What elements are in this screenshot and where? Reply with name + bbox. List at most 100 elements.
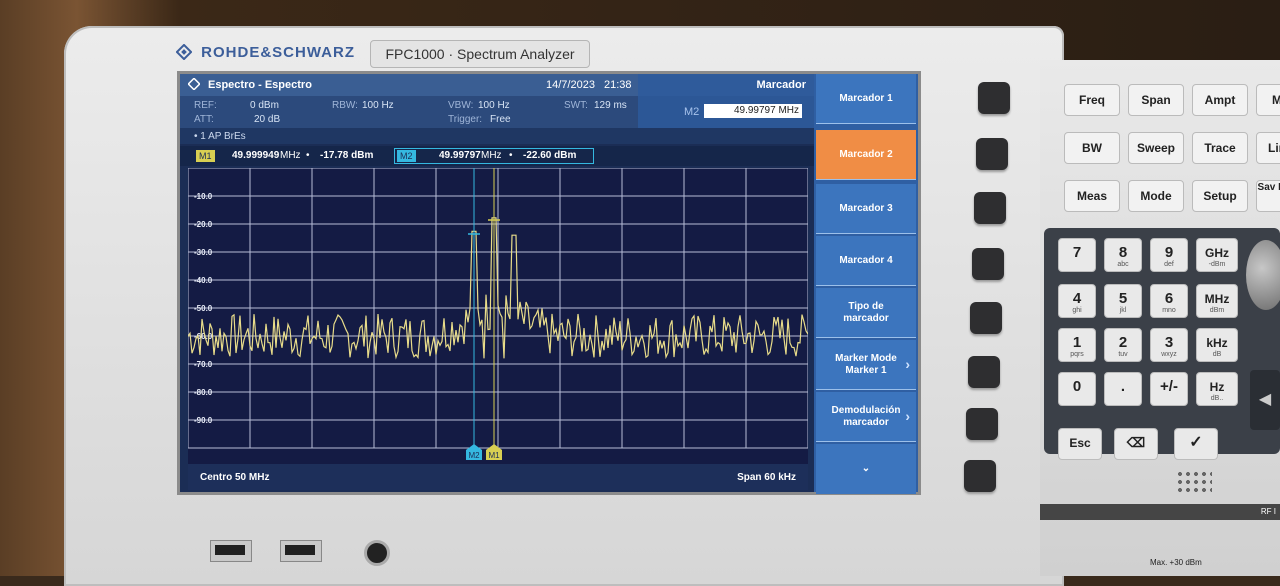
max-power-warning: Max. +30 dBm	[1150, 558, 1202, 567]
vbw-label: VBW:	[448, 100, 474, 111]
digit-sublabel: tuv	[1118, 351, 1128, 358]
digit-key[interactable]: 3 wxyz	[1150, 328, 1188, 362]
m1-flag[interactable]: M1	[486, 444, 502, 460]
digit-key[interactable]: 2 tuv	[1104, 328, 1142, 362]
softkey-marcador-1[interactable]: Marcador 1	[816, 74, 916, 124]
softkey-marcador-3[interactable]: Marcador 3	[816, 184, 916, 234]
chevron-down-icon: ⌄	[861, 463, 871, 474]
center-frequency[interactable]: Centro 50 MHz	[200, 472, 269, 483]
freq-key[interactable]: Freq	[1064, 84, 1120, 116]
unit-label: MHz	[1204, 292, 1230, 306]
trigger-value[interactable]: Free	[490, 114, 511, 125]
m1-freq: 49.999949	[232, 150, 280, 161]
chevron-right-icon: ›	[905, 356, 910, 372]
softkey-marcador-4[interactable]: Marcador 4	[816, 236, 916, 286]
marker-entry-field[interactable]: 49.99797 MHz	[704, 104, 802, 118]
mode-key[interactable]: Mode	[1128, 180, 1184, 212]
hardkey-softkey-3[interactable]	[974, 192, 1006, 224]
m2-readout-box[interactable]: M2 49.99797 MHz • -22.60 dBm	[394, 148, 594, 164]
softkey-label: Marcador 2	[839, 148, 893, 160]
hardkey-softkey-2[interactable]	[976, 138, 1008, 170]
digit-key[interactable]: +/-	[1150, 372, 1188, 406]
backspace-key[interactable]: ⌫	[1114, 428, 1158, 460]
span-key[interactable]: Span	[1128, 84, 1184, 116]
m2-flag[interactable]: M2	[466, 444, 482, 460]
display-screen: Espectro - Espectro 14/7/2023 21:38 Marc…	[180, 74, 918, 494]
unit-label: Hz	[1209, 380, 1225, 394]
digit-key[interactable]: 0	[1058, 372, 1096, 406]
hardkey-softkey-4[interactable]	[972, 248, 1004, 280]
softkey-menu: Marcador 1 Marcador 2 Marcador 3 Marcado…	[814, 74, 918, 494]
softkey-label: Marcador 3	[839, 202, 893, 214]
trace-key[interactable]: Trace	[1192, 132, 1248, 164]
softkey-marker-mode[interactable]: Marker Mode Marker 1 ›	[816, 340, 916, 390]
model-label: FPC1000 · Spectrum Analyzer	[370, 40, 590, 68]
softkey-demodulacion[interactable]: Demodulación marcador ›	[816, 392, 916, 442]
sweep-key[interactable]: Sweep	[1128, 132, 1184, 164]
audio-jack	[364, 540, 390, 566]
m1-flag-label: M1	[488, 451, 500, 460]
marker-entry-label: M2	[684, 106, 700, 118]
digit-key[interactable]: 4 ghi	[1058, 284, 1096, 318]
enter-check-key[interactable]: ✓	[1174, 428, 1218, 460]
trigger-label: Trigger:	[448, 114, 483, 125]
digit-sublabel: jkl	[1119, 307, 1127, 314]
m1-unit: MHz	[280, 150, 301, 161]
swt-value[interactable]: 129 ms	[594, 100, 627, 111]
trace-info: • 1 AP BrEs	[194, 131, 246, 142]
att-value[interactable]: 20 dB	[254, 114, 280, 125]
lines-key[interactable]: Lin	[1256, 132, 1280, 164]
unit-key[interactable]: MHz dBm	[1196, 284, 1238, 318]
softkey-label: Marcador 1	[839, 92, 893, 104]
arrow-left-key[interactable]: ◀	[1250, 370, 1280, 430]
digit-key[interactable]: 6 mno	[1150, 284, 1188, 318]
esc-key[interactable]: Esc	[1058, 428, 1102, 460]
usb-port-1	[210, 540, 252, 562]
meas-key[interactable]: Meas	[1064, 180, 1120, 212]
digit-sublabel: wxyz	[1161, 351, 1177, 358]
digit-key[interactable]: 7	[1058, 238, 1096, 272]
digit-key[interactable]: 5 jkl	[1104, 284, 1142, 318]
marker-entry-box: M2 49.99797 MHz	[638, 96, 814, 128]
softkey-more[interactable]: ⌄	[816, 444, 916, 494]
digit-key[interactable]: 9 def	[1150, 238, 1188, 272]
speaker-grille	[1176, 470, 1212, 496]
rotary-knob[interactable]	[1246, 240, 1280, 310]
spectrum-plot[interactable]: -10.0 -20.0 -30.0 -40.0 -50.0 -60.0 -70.0 -80.0…	[187, 167, 809, 464]
setup-key[interactable]: Setup	[1192, 180, 1248, 212]
digit-label: 0	[1072, 378, 1082, 395]
marker-key[interactable]: M	[1256, 84, 1280, 116]
bw-key[interactable]: BW	[1064, 132, 1120, 164]
rf-input-strip: RF I	[1040, 504, 1280, 520]
save-recall-key[interactable]: Sav Rec	[1256, 180, 1280, 212]
hardkey-softkey-5[interactable]	[970, 302, 1002, 334]
unit-sublabel: dBm	[1209, 307, 1225, 314]
app-diamond-icon[interactable]	[188, 78, 200, 90]
vbw-value[interactable]: 100 Hz	[478, 100, 510, 111]
unit-key[interactable]: Hz dB..	[1196, 372, 1238, 406]
m1-tag: M1	[196, 150, 215, 162]
hardkey-softkey-6[interactable]	[968, 356, 1000, 388]
span-value[interactable]: Span 60 kHz	[737, 472, 796, 483]
unit-key[interactable]: GHz -dBm	[1196, 238, 1238, 272]
rbw-value[interactable]: 100 Hz	[362, 100, 394, 111]
softkey-marcador-2[interactable]: Marcador 2	[816, 130, 916, 180]
unit-key[interactable]: kHz dB	[1196, 328, 1238, 362]
digit-label: 1	[1072, 334, 1082, 351]
digit-key[interactable]: 8 abc	[1104, 238, 1142, 272]
softkey-tipo-de-marcador[interactable]: Tipo de marcador	[816, 288, 916, 338]
hardkey-softkey-1[interactable]	[978, 82, 1010, 114]
y-tick-label: -50.0	[194, 304, 213, 313]
hardkey-softkey-8[interactable]	[964, 460, 996, 492]
digit-key[interactable]: .	[1104, 372, 1142, 406]
digit-label: 4	[1072, 290, 1082, 307]
digit-key[interactable]: 1 pqrs	[1058, 328, 1096, 362]
ampt-key[interactable]: Ampt	[1192, 84, 1248, 116]
rf-label: RF I	[1260, 507, 1276, 516]
ref-value[interactable]: 0 dBm	[250, 100, 279, 111]
unit-sublabel: -dBm	[1208, 261, 1226, 268]
y-tick-label: -10.0	[194, 192, 213, 201]
hardkey-softkey-7[interactable]	[966, 408, 998, 440]
softkey-label: Marcador 4	[839, 254, 893, 266]
digit-label: .	[1120, 378, 1126, 395]
